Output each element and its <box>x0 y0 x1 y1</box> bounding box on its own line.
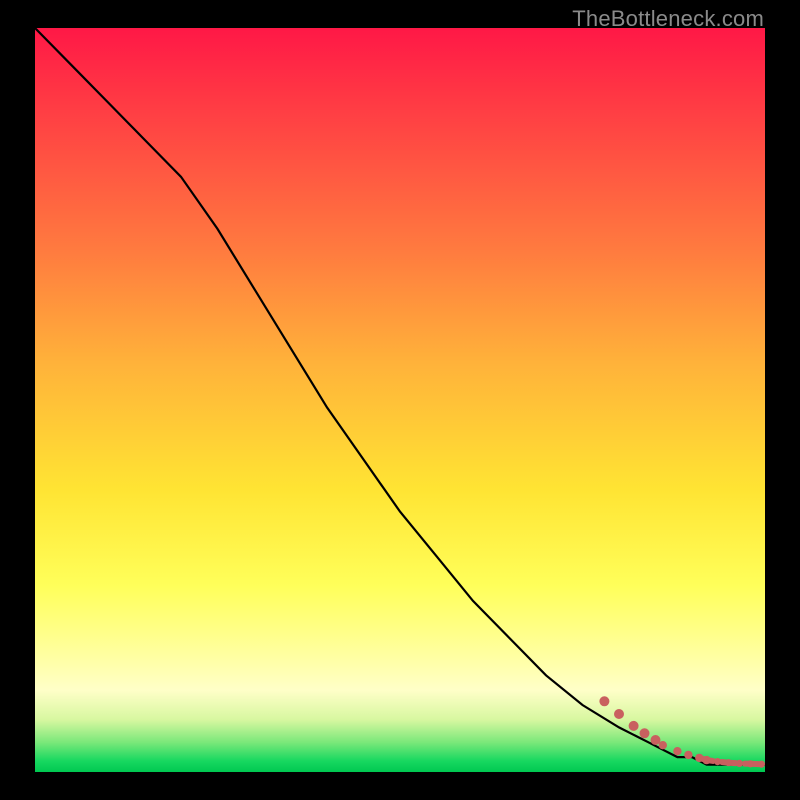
curve-dot <box>758 761 765 768</box>
curve-dot <box>695 754 703 762</box>
curve-dot <box>614 709 624 719</box>
curve-dot <box>629 721 639 731</box>
curve-dot <box>599 696 609 706</box>
curve-dot <box>725 759 732 766</box>
curve-layer <box>35 28 765 772</box>
curve-dot <box>747 760 754 767</box>
chart-frame: TheBottleneck.com <box>0 0 800 800</box>
plot-area <box>35 28 765 772</box>
curve-dot <box>659 741 667 749</box>
curve-dot <box>640 728 650 738</box>
curve-dot <box>684 751 692 759</box>
curve-dot <box>714 758 721 765</box>
curve-dot <box>702 756 710 764</box>
curve-dot <box>736 760 743 767</box>
bottleneck-curve <box>35 28 765 765</box>
curve-dot <box>673 747 681 755</box>
